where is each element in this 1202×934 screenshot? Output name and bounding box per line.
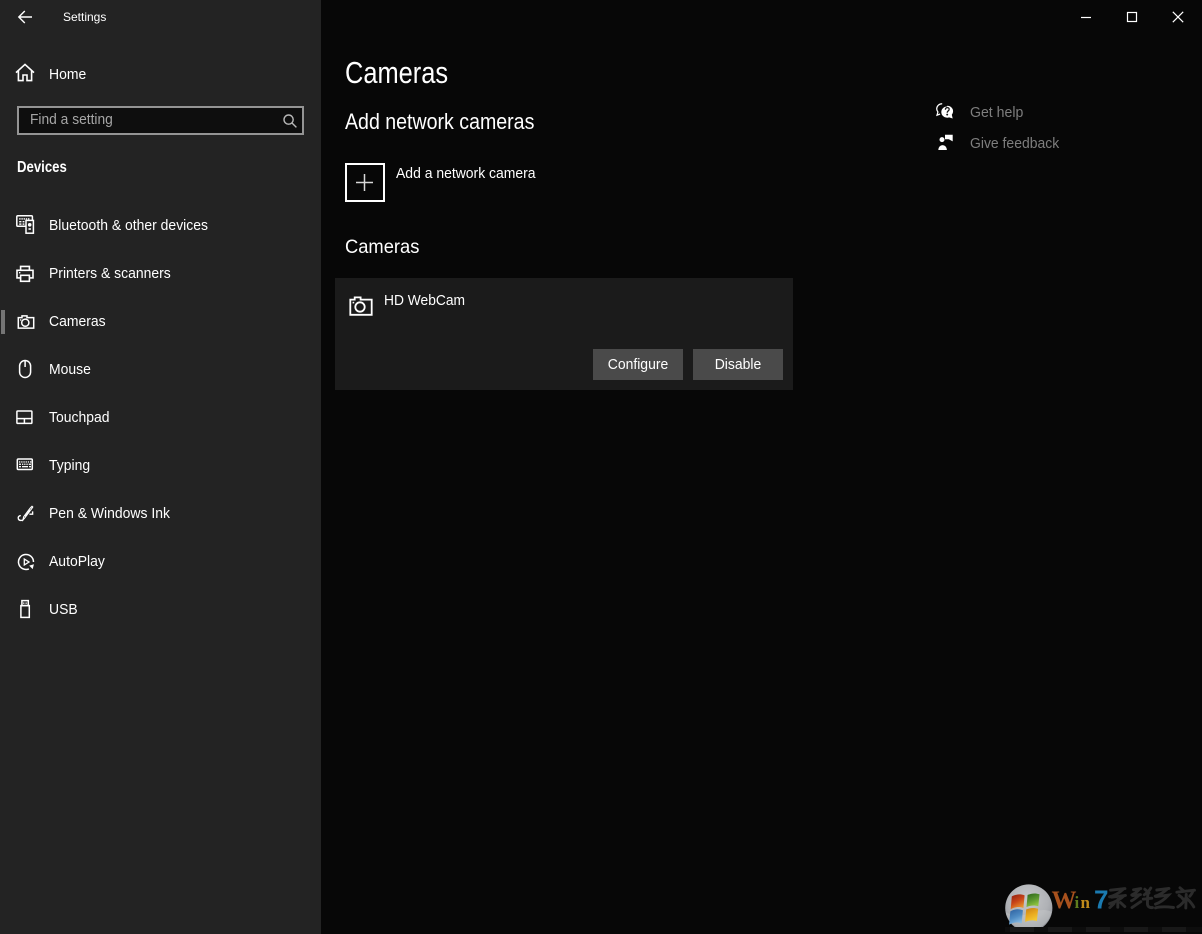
svg-text:W: W [1052,887,1077,914]
svg-text:n: n [1081,893,1091,912]
svg-text:7: 7 [1094,884,1108,914]
svg-text:i: i [1075,893,1080,912]
